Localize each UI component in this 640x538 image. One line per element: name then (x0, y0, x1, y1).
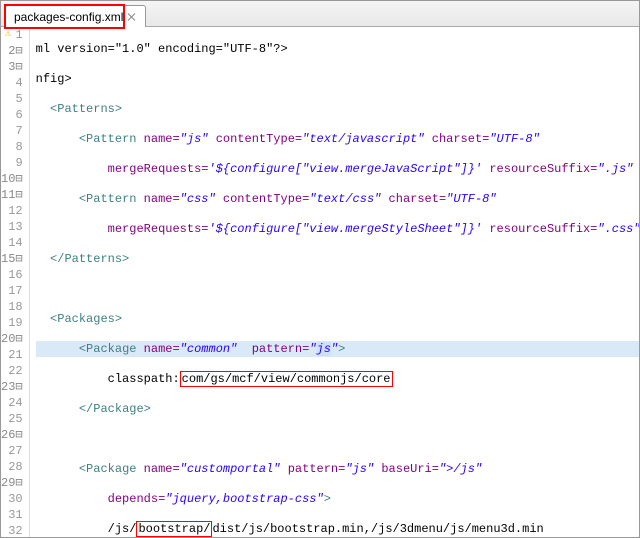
line-number: 8 (1, 139, 23, 155)
line-number: 29⊟ (1, 475, 23, 491)
line-number: 17 (1, 283, 23, 299)
code-line: <Packages> (36, 311, 639, 327)
line-number: 12 (1, 203, 23, 219)
line-number: 32 (1, 523, 23, 537)
code-line: <Pattern name="css" contentType="text/cs… (36, 191, 639, 207)
line-number: 23⊟ (1, 379, 23, 395)
editor-window: packages-config.xml 1 2⊟ 3⊟ 4 5 6 7 8 9 … (0, 0, 640, 538)
line-number: 31 (1, 507, 23, 523)
code-line: nfig> (36, 71, 639, 87)
selected-text: js (317, 342, 331, 356)
line-number: 22 (1, 363, 23, 379)
code-line: <Package name="common" pattern="js"> (36, 341, 639, 357)
line-number: 5 (1, 91, 23, 107)
line-number: 1 (1, 27, 23, 43)
line-number: 13 (1, 219, 23, 235)
line-number: 9 (1, 155, 23, 171)
code-line: <Package name="customportal" pattern="js… (36, 461, 639, 477)
line-number: 20⊟ (1, 331, 23, 347)
code-line: </Package> (36, 401, 639, 417)
line-number: 18 (1, 299, 23, 315)
code-area[interactable]: ml version="1.0" encoding="UTF-8"?> nfig… (30, 27, 639, 537)
line-number: 27 (1, 443, 23, 459)
tab-title: packages-config.xml (14, 10, 123, 24)
code-line: /js/bootstrap/dist/js/bootstrap.min,/js/… (36, 521, 639, 537)
line-number: 14 (1, 235, 23, 251)
tab-bar: packages-config.xml (1, 1, 639, 27)
line-number: 16 (1, 267, 23, 283)
code-line: mergeRequests='${configure["view.mergeSt… (36, 221, 639, 237)
line-number: 28 (1, 459, 23, 475)
line-number: 26⊟ (1, 427, 23, 443)
code-line: mergeRequests='${configure["view.mergeJa… (36, 161, 639, 177)
code-line (36, 431, 639, 447)
code-line: classpath:com/gs/mcf/view/commonjs/core (36, 371, 639, 387)
line-gutter: 1 2⊟ 3⊟ 4 5 6 7 8 9 10⊟ 11⊟ 12 13 14 15⊟… (1, 27, 30, 537)
code-line: depends="jquery,bootstrap-css"> (36, 491, 639, 507)
path-highlight: bootstrap/ (136, 521, 212, 537)
line-number: 2⊟ (1, 43, 23, 59)
file-tab[interactable]: packages-config.xml (5, 5, 146, 27)
line-number: 15⊟ (1, 251, 23, 267)
line-number: 6 (1, 107, 23, 123)
code-line: <Patterns> (36, 101, 639, 117)
path-highlight: com/gs/mcf/view/commonjs/core (180, 371, 393, 387)
line-number: 7 (1, 123, 23, 139)
code-editor[interactable]: 1 2⊟ 3⊟ 4 5 6 7 8 9 10⊟ 11⊟ 12 13 14 15⊟… (1, 27, 639, 537)
line-number: 4 (1, 75, 23, 91)
line-number: 25 (1, 411, 23, 427)
line-number: 24 (1, 395, 23, 411)
code-line: <Pattern name="js" contentType="text/jav… (36, 131, 639, 147)
code-line: ml version="1.0" encoding="UTF-8"?> (36, 41, 639, 57)
code-line (36, 281, 639, 297)
code-line: </Patterns> (36, 251, 639, 267)
line-number: 30 (1, 491, 23, 507)
line-number: 3⊟ (1, 59, 23, 75)
close-icon[interactable] (127, 12, 137, 22)
line-number: 19 (1, 315, 23, 331)
line-number: 11⊟ (1, 187, 23, 203)
line-number: 21 (1, 347, 23, 363)
line-number: 10⊟ (1, 171, 23, 187)
